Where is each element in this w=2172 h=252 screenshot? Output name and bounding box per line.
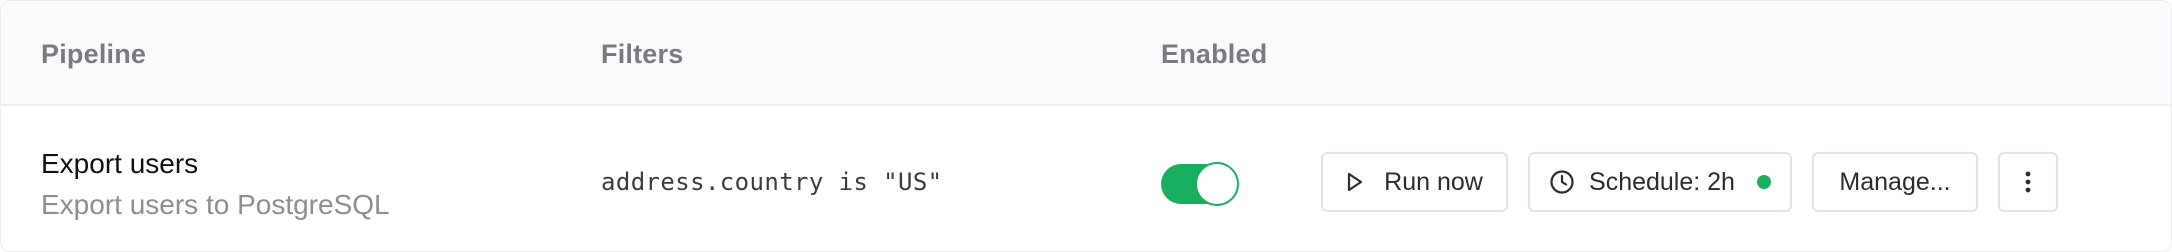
run-now-label: Run now xyxy=(1384,167,1483,196)
filter-expression: address.country is "US" xyxy=(601,168,943,196)
pipeline-name[interactable]: Export users xyxy=(41,146,390,182)
column-header-enabled[interactable]: Enabled xyxy=(1161,39,1267,70)
schedule-button[interactable]: Schedule: 2h xyxy=(1528,152,1792,212)
table-row: Export users Export users to PostgreSQL … xyxy=(1,108,2171,251)
pipeline-description: Export users to PostgreSQL xyxy=(41,189,390,220)
schedule-status-dot xyxy=(1756,175,1771,189)
column-header-filters[interactable]: Filters xyxy=(601,39,683,70)
more-options-button[interactable] xyxy=(1998,152,2058,212)
clock-icon xyxy=(1549,169,1575,195)
more-vertical-icon xyxy=(2025,171,2031,193)
schedule-label: Schedule: 2h xyxy=(1589,167,1735,196)
play-icon xyxy=(1346,172,1364,192)
pipelines-table: Pipeline Filters Enabled Export users Ex… xyxy=(0,0,2172,252)
run-now-button[interactable]: Run now xyxy=(1321,152,1508,212)
enabled-toggle[interactable] xyxy=(1161,162,1239,206)
manage-label: Manage... xyxy=(1839,167,1951,196)
pipeline-cell: Export users Export users to PostgreSQL xyxy=(41,146,390,223)
manage-button[interactable]: Manage... xyxy=(1812,152,1978,212)
toggle-knob xyxy=(1195,162,1239,206)
column-header-pipeline[interactable]: Pipeline xyxy=(41,39,146,70)
table-header: Pipeline Filters Enabled xyxy=(1,1,2171,106)
